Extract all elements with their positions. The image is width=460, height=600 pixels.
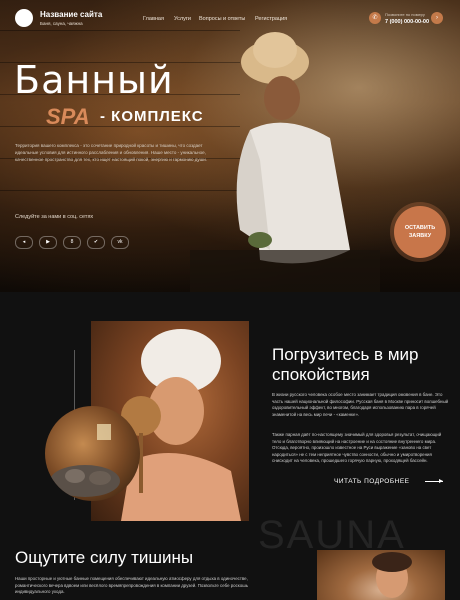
arrow-right-icon[interactable]	[425, 479, 443, 483]
about-title-line1: Погрузитесь в мир	[272, 345, 419, 364]
site-title[interactable]: Название сайта	[40, 10, 102, 19]
hero-description: Территория вашего комплекса - это сочета…	[15, 143, 208, 162]
cta-label: ОСТАВИТЬ ЗАЯВКУ	[404, 225, 436, 239]
hero-subtitle: - КОМПЛЕКС	[100, 108, 204, 125]
twitter-icon[interactable]: ✔	[87, 236, 105, 249]
logo[interactable]	[15, 9, 33, 27]
nav-item-services[interactable]: Услуги	[174, 16, 191, 22]
about-paragraph-2: Также парная даёт по-настоящему значимый…	[272, 432, 442, 463]
silence-text: Наши просторные и уютные банные помещени…	[15, 576, 249, 594]
about-title: Погрузитесь в мир спокойствия	[272, 345, 418, 385]
phone-label: Позвоните по номеру	[385, 12, 425, 17]
relaxing-woman-image	[317, 550, 445, 600]
social-follow-label: Следуйте за нами в соц. сетях	[15, 214, 94, 220]
top-navigation: Название сайта Баня, сауна, чаяжна Главн…	[0, 0, 460, 40]
phone-icon[interactable]: ✆	[369, 12, 381, 24]
odnoklassniki-icon[interactable]: 8	[63, 236, 81, 249]
youtube-icon[interactable]: ▶	[39, 236, 57, 249]
social-links: ◂ ▶ 8 ✔ vk	[15, 230, 135, 249]
hero-spa-label: SPA	[46, 104, 90, 129]
read-more-link[interactable]: ЧИТАТЬ ПОДРОБНЕЕ	[334, 478, 410, 485]
chevron-down-icon[interactable]: ›	[431, 12, 443, 24]
about-title-line2: спокойствия	[272, 365, 370, 384]
sauna-stones-image	[45, 406, 140, 501]
hero-title: Банный	[14, 58, 174, 102]
nav-item-registration[interactable]: Регистрация	[255, 16, 287, 22]
nav-item-home[interactable]: Главная	[143, 16, 164, 22]
telegram-icon[interactable]: ◂	[15, 236, 33, 249]
silence-title: Ощутите силу тишины	[15, 548, 194, 567]
nav-item-faq[interactable]: Вопросы и ответы	[199, 16, 245, 22]
leave-request-button[interactable]: ОСТАВИТЬ ЗАЯВКУ	[394, 206, 446, 258]
vk-icon[interactable]: vk	[111, 236, 129, 249]
phone-number[interactable]: 7 (000) 000-00-00	[385, 19, 429, 25]
site-subtitle: Баня, сауна, чаяжна	[40, 21, 83, 26]
about-paragraph-1: В жизни русского человека особое место з…	[272, 392, 449, 417]
